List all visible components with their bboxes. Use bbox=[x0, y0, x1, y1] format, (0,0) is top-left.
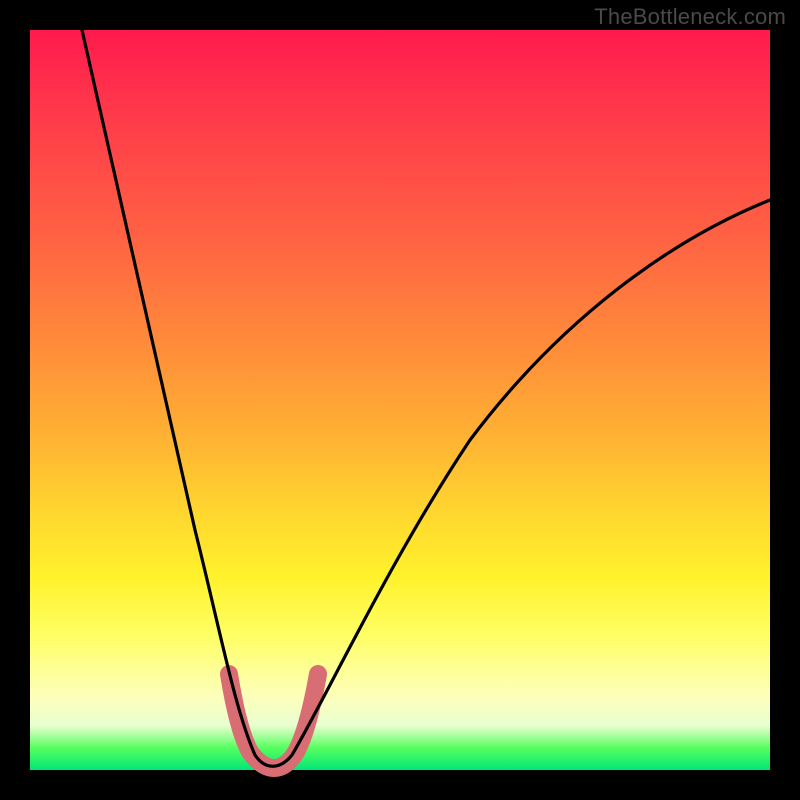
bottleneck-curve bbox=[82, 30, 770, 766]
chart-frame: TheBottleneck.com bbox=[0, 0, 800, 800]
curve-layer bbox=[30, 30, 770, 770]
plot-area bbox=[30, 30, 770, 770]
watermark-text: TheBottleneck.com bbox=[594, 4, 786, 30]
